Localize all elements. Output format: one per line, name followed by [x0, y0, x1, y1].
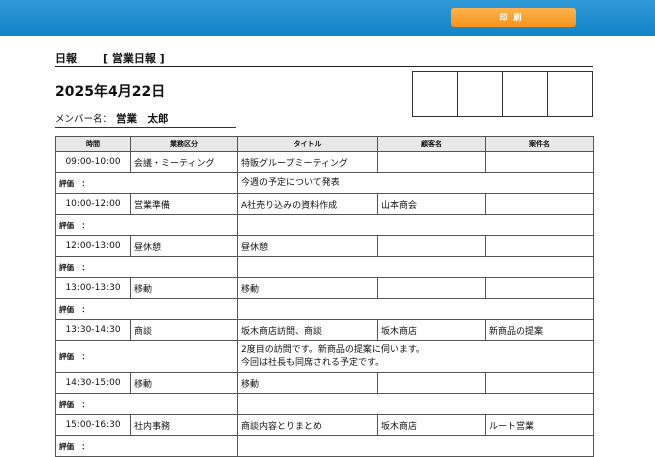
time-cell[interactable]: 10:00-12:00: [55, 193, 131, 215]
heading-divider: [55, 66, 593, 67]
stamp-box[interactable]: [457, 71, 503, 117]
top-bar: 印刷: [0, 0, 655, 36]
page-title: 日報: [55, 52, 77, 65]
table-header-row: 時間 業務区分 タイトル 顧客名 案件名: [55, 136, 594, 152]
evaluation-comment[interactable]: 今週の予定について発表: [237, 172, 594, 194]
customer-cell[interactable]: [377, 372, 486, 394]
stamp-box[interactable]: [412, 71, 458, 117]
evaluation-row: 評価 ：: [55, 298, 594, 320]
evaluation-label: 評価 ：: [55, 214, 238, 236]
evaluation-row: 評価 ：今週の予定について発表: [55, 172, 594, 194]
customer-cell[interactable]: 山本商会: [377, 193, 486, 215]
title-cell[interactable]: 移動: [237, 372, 378, 394]
table-row: 10:00-12:00 営業準備 A社売り込みの資料作成 山本商会: [55, 193, 594, 215]
category-cell[interactable]: 移動: [130, 372, 238, 394]
customer-cell[interactable]: 坂木商店: [377, 319, 486, 341]
evaluation-label: 評価 ：: [55, 435, 238, 457]
project-cell[interactable]: [485, 372, 594, 394]
table-row: 12:00-13:00 昼休憩 昼休憩: [55, 235, 594, 257]
stamp-box[interactable]: [547, 71, 593, 117]
page-heading: 日報 [ 営業日報 ]: [55, 50, 165, 66]
evaluation-label: 評価 ：: [55, 256, 238, 278]
evaluation-comment[interactable]: [237, 435, 594, 457]
project-cell[interactable]: 新商品の提案: [485, 319, 594, 341]
project-cell[interactable]: [485, 235, 594, 257]
table-row: 13:00-13:30 移動 移動: [55, 277, 594, 299]
time-cell[interactable]: 12:00-13:00: [55, 235, 131, 257]
title-cell[interactable]: 坂木商店訪問、商談: [237, 319, 378, 341]
evaluation-comment[interactable]: [237, 298, 594, 320]
category-cell[interactable]: 社内事務: [130, 414, 238, 436]
member-field: メンバー名： 営業 太郎: [55, 111, 236, 128]
evaluation-label: 評価 ：: [55, 172, 238, 194]
title-cell[interactable]: 移動: [237, 277, 378, 299]
column-header-time: 時間: [55, 136, 131, 152]
category-cell[interactable]: 移動: [130, 277, 238, 299]
customer-cell[interactable]: [377, 235, 486, 257]
project-cell[interactable]: ルート営業: [485, 414, 594, 436]
column-header-customer: 顧客名: [377, 136, 486, 152]
column-header-category: 業務区分: [130, 136, 238, 152]
evaluation-row: 評価 ：: [55, 256, 594, 278]
table-row: 15:00-16:30 社内事務 商談内容とりまとめ 坂木商店 ルート営業: [55, 414, 594, 436]
evaluation-label: 評価 ：: [55, 393, 238, 415]
report-date: 2025年4月22日: [55, 84, 166, 100]
title-cell[interactable]: 特販グループミーティング: [237, 151, 378, 173]
evaluation-comment[interactable]: [237, 214, 594, 236]
daily-report-table: 時間 業務区分 タイトル 顧客名 案件名 09:00-10:00 会議・ミーティン…: [55, 136, 594, 457]
member-label: メンバー名：: [55, 114, 113, 125]
title-cell[interactable]: 昼休憩: [237, 235, 378, 257]
column-header-project: 案件名: [485, 136, 594, 152]
member-name: 営業 太郎: [116, 113, 169, 125]
evaluation-label: 評価 ：: [55, 340, 238, 373]
project-cell[interactable]: [485, 151, 594, 173]
time-cell[interactable]: 09:00-10:00: [55, 151, 131, 173]
approval-stamp-boxes: [412, 71, 593, 117]
table-row: 09:00-10:00 会議・ミーティング 特販グループミーティング: [55, 151, 594, 173]
evaluation-row: 評価 ：: [55, 435, 594, 457]
column-header-title: タイトル: [237, 136, 378, 152]
time-cell[interactable]: 13:30-14:30: [55, 319, 131, 341]
category-cell[interactable]: 会議・ミーティング: [130, 151, 238, 173]
evaluation-comment[interactable]: [237, 256, 594, 278]
category-cell[interactable]: 営業準備: [130, 193, 238, 215]
evaluation-comment[interactable]: [237, 393, 594, 415]
evaluation-row: 評価 ： 2度目の訪問です。新商品の提案に伺います。 今回は社長も同席される予定です…: [55, 340, 594, 373]
report-type: [ 営業日報 ]: [103, 52, 165, 65]
evaluation-label: 評価 ：: [55, 298, 238, 320]
title-cell[interactable]: 商談内容とりまとめ: [237, 414, 378, 436]
title-cell[interactable]: A社売り込みの資料作成: [237, 193, 378, 215]
project-cell[interactable]: [485, 193, 594, 215]
time-cell[interactable]: 14:30-15:00: [55, 372, 131, 394]
print-button[interactable]: 印刷: [451, 8, 576, 27]
customer-cell[interactable]: 坂木商店: [377, 414, 486, 436]
evaluation-comment[interactable]: 2度目の訪問です。新商品の提案に伺います。 今回は社長も同席される予定です。: [237, 340, 594, 373]
stamp-box[interactable]: [502, 71, 548, 117]
evaluation-row: 評価 ：: [55, 393, 594, 415]
customer-cell[interactable]: [377, 277, 486, 299]
evaluation-row: 評価 ：: [55, 214, 594, 236]
category-cell[interactable]: 昼休憩: [130, 235, 238, 257]
customer-cell[interactable]: [377, 151, 486, 173]
time-cell[interactable]: 15:00-16:30: [55, 414, 131, 436]
time-cell[interactable]: 13:00-13:30: [55, 277, 131, 299]
table-row: 13:30-14:30 商談 坂木商店訪問、商談 坂木商店 新商品の提案: [55, 319, 594, 341]
table-row: 14:30-15:00 移動 移動: [55, 372, 594, 394]
category-cell[interactable]: 商談: [130, 319, 238, 341]
project-cell[interactable]: [485, 277, 594, 299]
